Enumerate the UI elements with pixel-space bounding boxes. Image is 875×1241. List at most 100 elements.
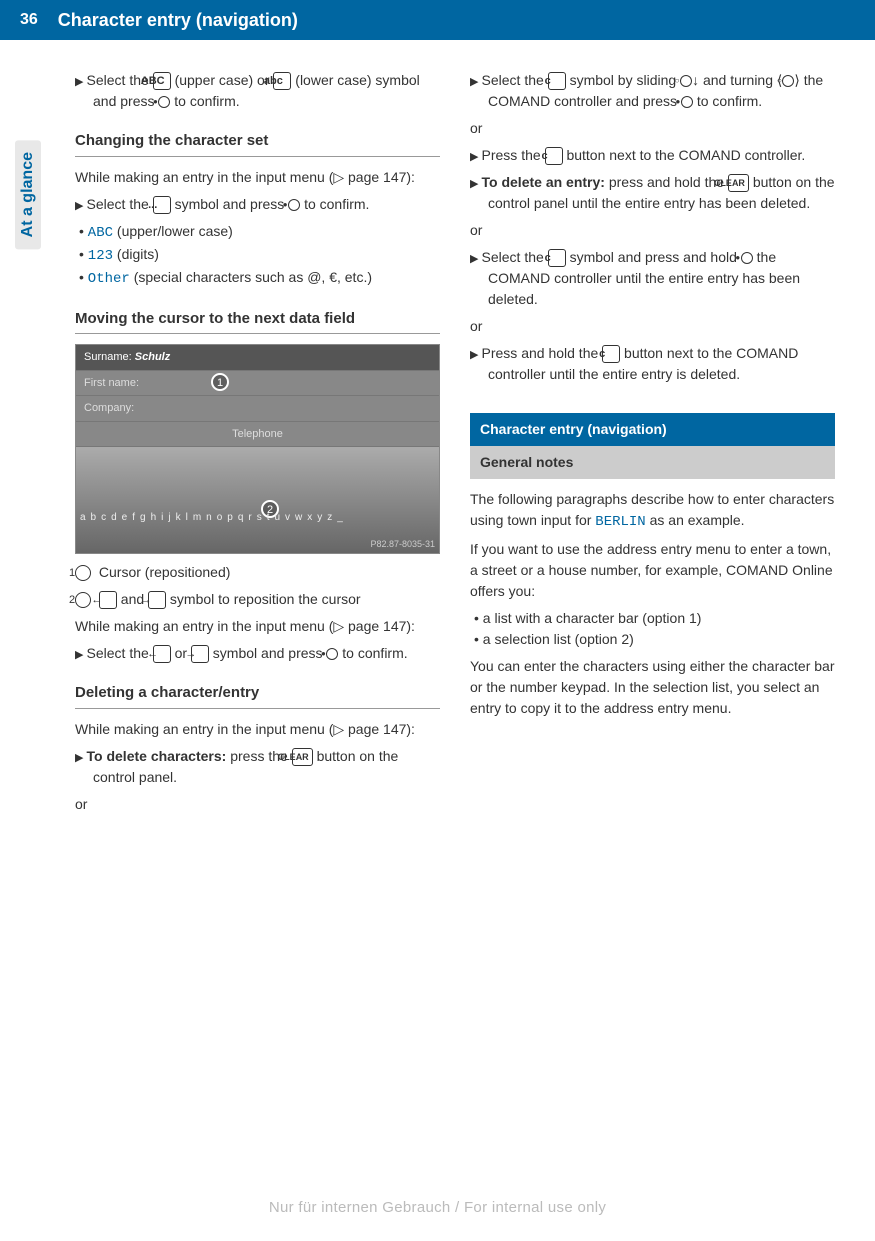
c-key: c bbox=[602, 345, 620, 363]
r-step1: Select the c symbol by sliding ○↓ and tu… bbox=[470, 70, 835, 112]
right-column: Select the c symbol by sliding ○↓ and tu… bbox=[470, 70, 835, 821]
right-arrow-key: → bbox=[191, 645, 209, 663]
page-title: Character entry (navigation) bbox=[58, 10, 298, 31]
screenshot-image: Surname: Schulz First name: Company: Tel… bbox=[75, 344, 440, 554]
label: Surname: bbox=[84, 351, 132, 363]
text: to confirm. bbox=[174, 93, 239, 109]
press-icon: ● bbox=[326, 648, 338, 660]
text: to confirm. bbox=[342, 645, 407, 661]
footer-watermark: Nur für internen Gebrauch / For internal… bbox=[0, 1199, 875, 1216]
img-row-surname: Surname: Schulz bbox=[76, 345, 439, 371]
code: 123 bbox=[88, 248, 113, 264]
text: (upper/lower case) bbox=[113, 223, 233, 239]
page-header: 36 Character entry (navigation) bbox=[0, 0, 875, 40]
text: symbol and press bbox=[175, 196, 289, 212]
text: (upper case) or bbox=[175, 72, 274, 88]
text: symbol and press bbox=[213, 645, 327, 661]
text: to confirm. bbox=[697, 93, 762, 109]
text: Cursor (repositioned) bbox=[99, 564, 231, 580]
heading-cursor: Moving the cursor to the next data field bbox=[75, 308, 440, 335]
bold-text: To delete an entry: bbox=[482, 174, 605, 190]
list-item: ABC (upper/lower case) bbox=[79, 221, 440, 244]
text: symbol and press and hold bbox=[570, 249, 741, 265]
content-columns: Select the ABC (upper case) or abc (lowe… bbox=[0, 70, 875, 821]
general-p1: The following paragraphs describe how to… bbox=[470, 489, 835, 533]
text: Select the bbox=[87, 645, 153, 661]
charset-intro: While making an entry in the input menu … bbox=[75, 167, 440, 188]
side-tab: At a glance bbox=[15, 140, 41, 249]
clear-key: CLEAR bbox=[292, 748, 313, 766]
img-row-company: Company: bbox=[76, 396, 439, 422]
charset-list: ABC (upper/lower case) 123 (digits) Othe… bbox=[75, 221, 440, 290]
text: symbol to reposition the cursor bbox=[170, 591, 361, 607]
heading-charset: Changing the character set bbox=[75, 130, 440, 157]
text: as an example. bbox=[646, 512, 745, 528]
code: BERLIN bbox=[595, 514, 645, 530]
cursor-intro: While making an entry in the input menu … bbox=[75, 616, 440, 637]
text: Press and hold the bbox=[482, 345, 603, 361]
cursor-step: Select the ← or → symbol and press ● to … bbox=[75, 643, 440, 664]
keyboard-row: abcdefghijklmnopqrstuvwxyz_ bbox=[80, 510, 348, 525]
delete-intro: While making an entry in the input menu … bbox=[75, 719, 440, 740]
text: to confirm. bbox=[304, 196, 369, 212]
bold-text: To delete characters: bbox=[87, 748, 227, 764]
code: Other bbox=[88, 271, 130, 287]
list-item: Other (special characters such as @, €, … bbox=[79, 267, 440, 290]
img-row-telephone: Telephone bbox=[76, 422, 439, 448]
text: and turning bbox=[703, 72, 777, 88]
list-item: a selection list (option 2) bbox=[474, 629, 835, 650]
left-arrow-key: ← bbox=[153, 645, 171, 663]
press-icon: ● bbox=[741, 252, 753, 264]
ellipsis-key: ... bbox=[153, 196, 171, 214]
right-arrow-key: → bbox=[148, 591, 166, 609]
value: Schulz bbox=[135, 351, 170, 363]
abc-upper-key: ABC bbox=[153, 72, 171, 90]
page-number: 36 bbox=[20, 11, 38, 29]
r-step3: To delete an entry: press and hold the C… bbox=[470, 172, 835, 214]
clear-key: CLEAR bbox=[728, 174, 749, 192]
or-text: or bbox=[470, 220, 835, 241]
general-p2: If you want to use the address entry men… bbox=[470, 539, 835, 602]
text: press and hold the bbox=[609, 174, 728, 190]
subsection-box-general: General notes bbox=[470, 446, 835, 479]
or-text: or bbox=[470, 316, 835, 337]
left-column: Select the ABC (upper case) or abc (lowe… bbox=[75, 70, 440, 821]
text: (digits) bbox=[113, 246, 159, 262]
circle-2: 2 bbox=[75, 592, 91, 608]
general-p3: You can enter the characters using eithe… bbox=[470, 656, 835, 719]
text: Select the bbox=[482, 72, 548, 88]
slide-icon: ○ bbox=[680, 75, 692, 87]
callout-1: 1 bbox=[211, 373, 229, 391]
c-key: c bbox=[548, 72, 566, 90]
text: Select the bbox=[482, 249, 548, 265]
turn-icon: ○ bbox=[782, 75, 794, 87]
press-icon: ● bbox=[288, 199, 300, 211]
code: ABC bbox=[88, 225, 113, 241]
press-icon: ● bbox=[681, 96, 693, 108]
text: symbol by sliding bbox=[570, 72, 681, 88]
press-icon: ● bbox=[158, 96, 170, 108]
list-item: 123 (digits) bbox=[79, 244, 440, 267]
text: Press the bbox=[482, 147, 545, 163]
options-list: a list with a character bar (option 1) a… bbox=[470, 608, 835, 650]
img-row-firstname: First name: bbox=[76, 371, 439, 397]
text: (special characters such as @, €, etc.) bbox=[130, 269, 372, 285]
c-key: c bbox=[545, 147, 563, 165]
section-box-nav: Character entry (navigation) bbox=[470, 413, 835, 446]
r-step5: Press and hold the c button next to the … bbox=[470, 343, 835, 385]
or-text: or bbox=[75, 794, 440, 815]
or-text: or bbox=[470, 118, 835, 139]
circle-1: 1 bbox=[75, 565, 91, 581]
image-caption: P82.87-8035-31 bbox=[370, 538, 435, 552]
charset-step: Select the ... symbol and press ● to con… bbox=[75, 194, 440, 215]
legend-2: 2 ← and → symbol to reposition the curso… bbox=[75, 589, 440, 610]
r-step2: Press the c button next to the COMAND co… bbox=[470, 145, 835, 166]
r-step4: Select the c symbol and press and hold ●… bbox=[470, 247, 835, 310]
c-key: c bbox=[548, 249, 566, 267]
abc-lower-key: abc bbox=[273, 72, 291, 90]
text: Select the bbox=[87, 196, 153, 212]
text: button next to the COMAND controller. bbox=[566, 147, 805, 163]
intro-step: Select the ABC (upper case) or abc (lowe… bbox=[75, 70, 440, 112]
heading-delete: Deleting a character/entry bbox=[75, 682, 440, 709]
left-arrow-key: ← bbox=[99, 591, 117, 609]
